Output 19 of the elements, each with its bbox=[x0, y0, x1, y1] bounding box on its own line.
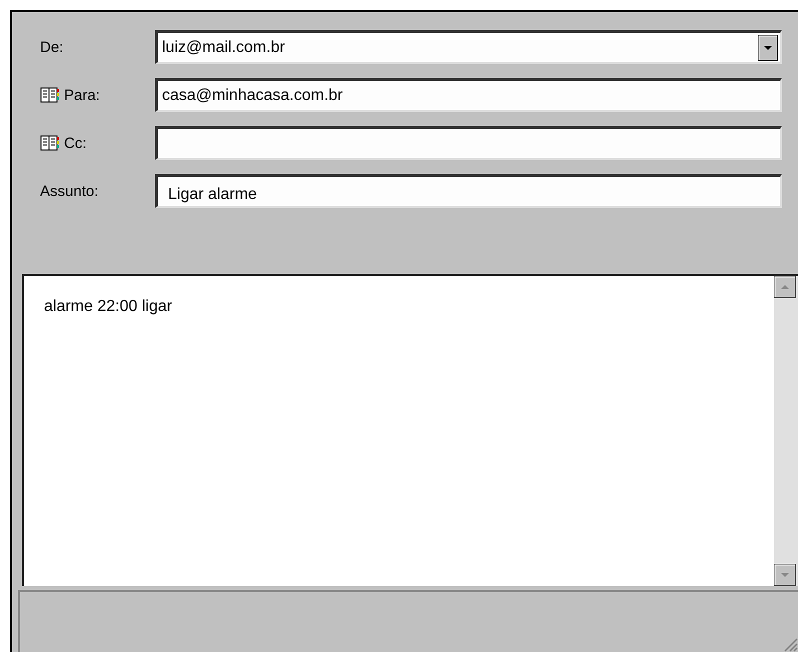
message-text: alarme 22:00 ligar bbox=[44, 298, 174, 316]
scroll-down-icon[interactable] bbox=[774, 564, 796, 586]
field-value: casa@minhacasa.com.br bbox=[162, 86, 344, 104]
dropdown-arrow-icon[interactable] bbox=[758, 34, 778, 60]
address-book-icon[interactable] bbox=[40, 86, 60, 104]
field-label: Assunto: bbox=[40, 182, 98, 200]
field-value: luiz@mail.com.br bbox=[162, 38, 286, 56]
resize-grip-icon[interactable] bbox=[782, 636, 798, 652]
field-value: Ligar alarme bbox=[168, 186, 258, 204]
address-book-icon[interactable] bbox=[40, 134, 60, 152]
scroll-up-icon[interactable] bbox=[774, 276, 796, 298]
field-label: Cc: bbox=[64, 134, 86, 152]
input-field[interactable]: Ligar alarme bbox=[155, 174, 782, 208]
dropdown-field[interactable]: luiz@mail.com.br bbox=[155, 30, 782, 64]
scrollbar[interactable] bbox=[774, 276, 798, 586]
input-field[interactable] bbox=[155, 126, 782, 160]
field-label: De: bbox=[40, 38, 64, 56]
input-field[interactable]: casa@minhacasa.com.br bbox=[155, 78, 782, 112]
field-label: Para: bbox=[64, 86, 100, 104]
